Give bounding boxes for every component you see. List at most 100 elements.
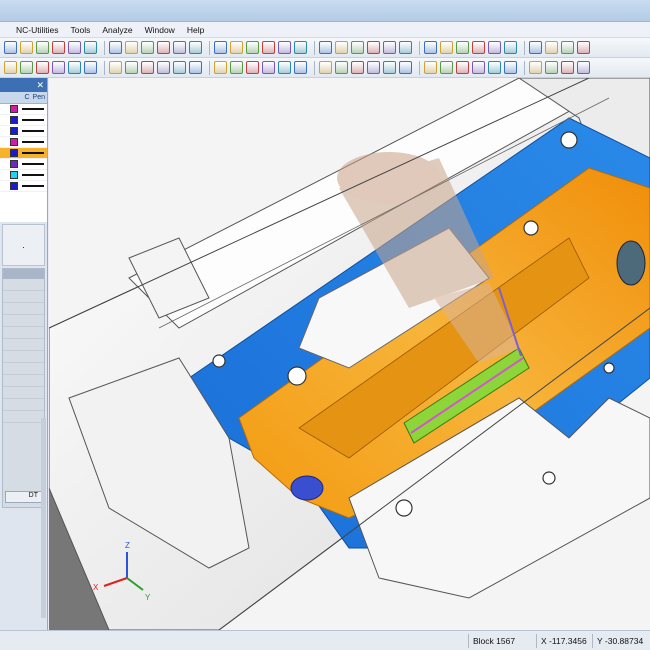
tree-footer-button[interactable]: DT <box>5 491 42 503</box>
zoom-icon[interactable] <box>488 41 501 54</box>
tree-row[interactable] <box>3 375 44 387</box>
grid-icon[interactable] <box>68 41 81 54</box>
grid-icon[interactable] <box>424 41 437 54</box>
arrow-icon[interactable] <box>472 61 485 74</box>
tree-row[interactable] <box>3 315 44 327</box>
move-icon[interactable] <box>52 61 65 74</box>
layer-color-swatch[interactable] <box>10 105 18 113</box>
shape-icon[interactable] <box>68 61 81 74</box>
menu-window[interactable]: Window <box>139 22 181 38</box>
grid-icon[interactable] <box>294 61 307 74</box>
save-icon[interactable] <box>561 61 574 74</box>
tree-row[interactable] <box>3 411 44 423</box>
curve-icon[interactable] <box>319 41 332 54</box>
layer-row[interactable] <box>0 115 47 126</box>
shape-icon[interactable] <box>424 61 437 74</box>
edit-icon[interactable] <box>577 61 590 74</box>
close-icon[interactable]: ✕ <box>36 78 44 92</box>
layer-row[interactable] <box>0 104 47 115</box>
print-icon[interactable] <box>246 61 259 74</box>
measure-icon[interactable] <box>440 61 453 74</box>
tree-row[interactable] <box>3 279 44 291</box>
copy-icon[interactable] <box>109 61 122 74</box>
layer-color-swatch[interactable] <box>10 171 18 179</box>
surface-icon[interactable] <box>173 61 186 74</box>
copy-icon[interactable] <box>230 41 243 54</box>
print-icon[interactable] <box>20 41 33 54</box>
tree-row[interactable] <box>3 363 44 375</box>
tree-row[interactable] <box>3 387 44 399</box>
column-color[interactable]: C <box>24 94 29 101</box>
menu-tools[interactable]: Tools <box>65 22 97 38</box>
menu-help[interactable]: Help <box>181 22 210 38</box>
measure-icon[interactable] <box>214 41 227 54</box>
measure-icon[interactable] <box>561 41 574 54</box>
layer-row[interactable] <box>0 137 47 148</box>
edit-icon[interactable] <box>351 41 364 54</box>
tree-row[interactable] <box>3 339 44 351</box>
layer-row[interactable] <box>0 170 47 181</box>
view-icon[interactable] <box>440 41 453 54</box>
tree-row[interactable] <box>3 291 44 303</box>
edit-icon[interactable] <box>4 41 17 54</box>
menu-analyze[interactable]: Analyze <box>96 22 138 38</box>
view-icon[interactable] <box>319 61 332 74</box>
3d-viewport[interactable]: Z X Y <box>49 78 650 630</box>
pointer-icon[interactable] <box>36 41 49 54</box>
print-icon[interactable] <box>367 41 380 54</box>
light-icon[interactable] <box>125 41 138 54</box>
save-icon[interactable] <box>335 41 348 54</box>
arrow-icon[interactable] <box>246 41 259 54</box>
copy-icon[interactable] <box>577 41 590 54</box>
rotate-icon[interactable] <box>488 61 501 74</box>
lock-icon[interactable] <box>504 61 517 74</box>
lock-icon[interactable] <box>278 41 291 54</box>
light-icon[interactable] <box>351 61 364 74</box>
arrow-icon[interactable] <box>125 61 138 74</box>
layer-color-swatch[interactable] <box>10 160 18 168</box>
tree-row[interactable] <box>3 351 44 363</box>
pointer-icon[interactable] <box>262 61 275 74</box>
select-icon[interactable] <box>52 41 65 54</box>
layer-row[interactable] <box>0 126 47 137</box>
menu-nc-utilities[interactable]: NC-Utilities <box>10 22 65 38</box>
layer-color-swatch[interactable] <box>10 116 18 124</box>
zoom-icon[interactable] <box>141 41 154 54</box>
layer-icon[interactable] <box>456 41 469 54</box>
move-icon[interactable] <box>399 61 412 74</box>
layer-row[interactable] <box>0 159 47 170</box>
rotate-icon[interactable] <box>262 41 275 54</box>
tree-row[interactable] <box>3 327 44 339</box>
rotate-icon[interactable] <box>141 61 154 74</box>
curve-icon[interactable] <box>189 61 202 74</box>
tree-row[interactable] <box>3 303 44 315</box>
measure-icon[interactable] <box>84 61 97 74</box>
move-icon[interactable] <box>529 41 542 54</box>
layer-icon[interactable] <box>335 61 348 74</box>
tree-row[interactable] <box>3 399 44 411</box>
view-icon[interactable] <box>84 41 97 54</box>
plus-icon[interactable] <box>504 41 517 54</box>
select-icon[interactable] <box>278 61 291 74</box>
layer-color-swatch[interactable] <box>10 149 18 157</box>
light-icon[interactable] <box>472 41 485 54</box>
layer-icon[interactable] <box>109 41 122 54</box>
save-icon[interactable] <box>214 61 227 74</box>
plus-icon[interactable] <box>157 41 170 54</box>
layer-row[interactable] <box>0 181 47 192</box>
light-icon[interactable] <box>4 61 17 74</box>
plus-icon[interactable] <box>36 61 49 74</box>
zoom-icon[interactable] <box>367 61 380 74</box>
plus-icon[interactable] <box>383 61 396 74</box>
select-icon[interactable] <box>399 41 412 54</box>
surface-icon[interactable] <box>529 61 542 74</box>
move-icon[interactable] <box>173 41 186 54</box>
zoom-icon[interactable] <box>20 61 33 74</box>
lock-icon[interactable] <box>157 61 170 74</box>
layer-color-swatch[interactable] <box>10 182 18 190</box>
layer-color-swatch[interactable] <box>10 138 18 146</box>
panel-scrollbar[interactable] <box>41 418 46 618</box>
pointer-icon[interactable] <box>383 41 396 54</box>
curve-icon[interactable] <box>545 61 558 74</box>
layer-row[interactable] <box>0 148 47 159</box>
